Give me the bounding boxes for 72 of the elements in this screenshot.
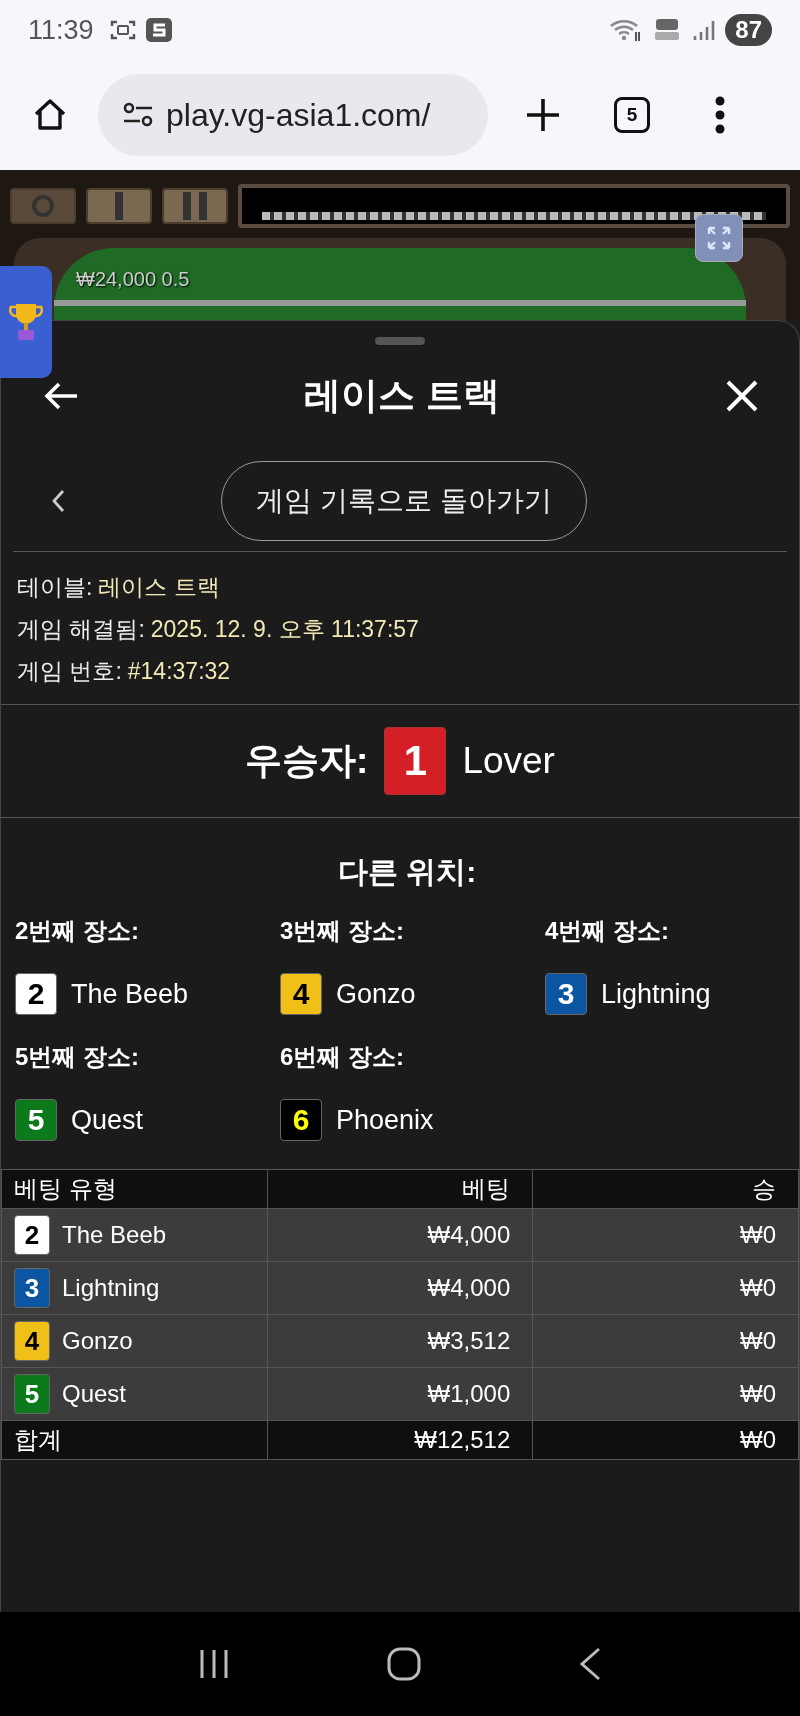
horse-number: 5 xyxy=(24,1378,40,1410)
info-label: 게임 해결됨: xyxy=(17,614,145,644)
table-cell: ₩1,000 xyxy=(267,1367,533,1421)
sheet-title: 레이스 트랙 xyxy=(304,374,500,418)
back-nav-icon[interactable] xyxy=(578,1647,602,1681)
screenshot-icon xyxy=(109,19,136,41)
horse-name: The Beeb xyxy=(71,978,189,1010)
drag-handle[interactable] xyxy=(375,337,425,345)
horse-number: 3 xyxy=(557,977,575,1011)
table-cell: ₩0 xyxy=(532,1367,799,1421)
table-cell: ₩4,000 xyxy=(267,1261,533,1315)
new-tab-icon[interactable] xyxy=(524,96,562,134)
app-icon xyxy=(145,18,172,42)
place-label: 3번째 장소: xyxy=(280,916,405,946)
more-menu-icon[interactable] xyxy=(714,95,726,135)
info-label: 게임 번호: xyxy=(17,656,122,686)
section-title: 다른 위치: xyxy=(336,854,478,890)
expand-icon xyxy=(706,225,732,251)
horse-number: 2 xyxy=(27,977,45,1011)
horse-number: 3 xyxy=(24,1272,40,1304)
site-settings-icon[interactable] xyxy=(122,102,154,128)
battery-indicator: 87 xyxy=(725,14,772,46)
table-cell: ₩0 xyxy=(532,1261,799,1315)
horse-name: Lightning xyxy=(601,978,711,1010)
horse-name: Gonzo xyxy=(336,978,416,1010)
track-label: ₩24,000 0.5 xyxy=(76,268,190,291)
winner-name: Lover xyxy=(462,740,555,782)
table-cell: ₩0 xyxy=(532,1420,799,1460)
back-arrow-icon[interactable] xyxy=(43,381,79,411)
horse-name: Phoenix xyxy=(336,1104,434,1136)
status-time: 11:39 xyxy=(28,14,94,46)
table-cell: ₩0 xyxy=(532,1208,799,1262)
info-value: 레이스 트랙 xyxy=(98,572,220,602)
close-icon[interactable] xyxy=(725,379,759,413)
info-value: #14:37:32 xyxy=(127,657,231,685)
table-cell: ₩3,512 xyxy=(267,1314,533,1368)
column-header: 베팅 유형 xyxy=(1,1169,268,1209)
table-cell: ₩12,512 xyxy=(267,1420,533,1460)
place-label: 2번째 장소: xyxy=(15,916,140,946)
home-nav-icon[interactable] xyxy=(386,1646,422,1682)
horse-number: 4 xyxy=(24,1325,40,1357)
chevron-left-icon[interactable] xyxy=(51,489,65,513)
table-cell: ₩0 xyxy=(532,1314,799,1368)
address-bar[interactable]: play.vg-asia1.com/ xyxy=(98,74,488,156)
horse-number: 6 xyxy=(292,1103,310,1137)
place-label: 5번째 장소: xyxy=(15,1042,140,1072)
total-label: 합계 xyxy=(1,1420,268,1460)
column-header: 베팅 xyxy=(267,1169,533,1209)
horse-name: Quest xyxy=(62,1380,127,1408)
horse-number: 2 xyxy=(24,1219,40,1251)
horse-number: 4 xyxy=(292,977,310,1011)
circle-icon xyxy=(31,194,55,218)
tab-count-button[interactable]: 5 xyxy=(614,97,650,133)
horse-number: 5 xyxy=(27,1103,45,1137)
horse-name: The Beeb xyxy=(62,1221,167,1249)
bar-icon xyxy=(115,192,123,220)
info-label: 테이블: xyxy=(17,572,93,602)
winner-label: 우승자: xyxy=(245,739,369,783)
column-header: 승 xyxy=(532,1169,799,1209)
hd-voice-icon xyxy=(653,18,682,42)
horse-number: 1 xyxy=(403,737,428,785)
horse-name: Lightning xyxy=(62,1274,160,1302)
place-label: 4번째 장소: xyxy=(545,916,670,946)
horse-name: Gonzo xyxy=(62,1327,133,1355)
signal-icon xyxy=(691,18,716,42)
fullscreen-button[interactable] xyxy=(695,214,743,262)
table-cell: ₩4,000 xyxy=(267,1208,533,1262)
recent-apps-icon[interactable] xyxy=(198,1648,230,1680)
pause-icon xyxy=(183,192,207,220)
horse-name: Quest xyxy=(71,1104,144,1136)
place-label: 6번째 장소: xyxy=(280,1042,405,1072)
info-value: 2025. 12. 9. 오후 11:37:57 xyxy=(150,614,419,644)
